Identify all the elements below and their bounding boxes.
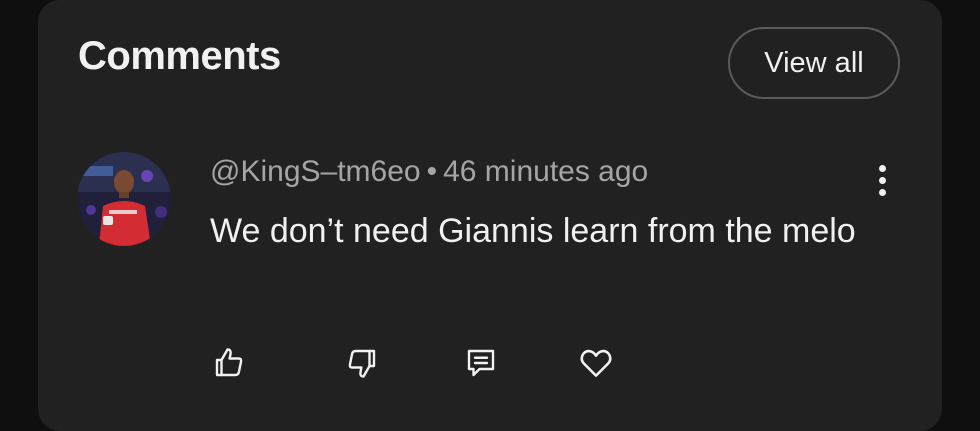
meta-separator: •: [426, 155, 438, 188]
heart-icon[interactable]: [576, 343, 616, 383]
thumbs-up-icon[interactable]: [209, 343, 249, 383]
avatar-image: [77, 152, 171, 246]
section-title: Comments: [78, 34, 281, 78]
comment-meta: @KingS–tm6eo • 46 minutes ago: [210, 155, 648, 189]
thumbs-down-icon[interactable]: [342, 343, 382, 383]
view-all-button[interactable]: View all: [728, 27, 900, 99]
comments-card: Comments View all @KingS–tm6eo • 46 minute…: [38, 0, 942, 431]
comment-text: We don’t need Giannis learn from the mel…: [210, 212, 856, 250]
comment-time: 46 minutes ago: [443, 155, 649, 188]
reply-icon[interactable]: [461, 343, 501, 383]
comment-author[interactable]: @KingS–tm6eo: [210, 155, 421, 188]
avatar[interactable]: [77, 152, 171, 246]
more-options-icon[interactable]: [864, 158, 900, 202]
